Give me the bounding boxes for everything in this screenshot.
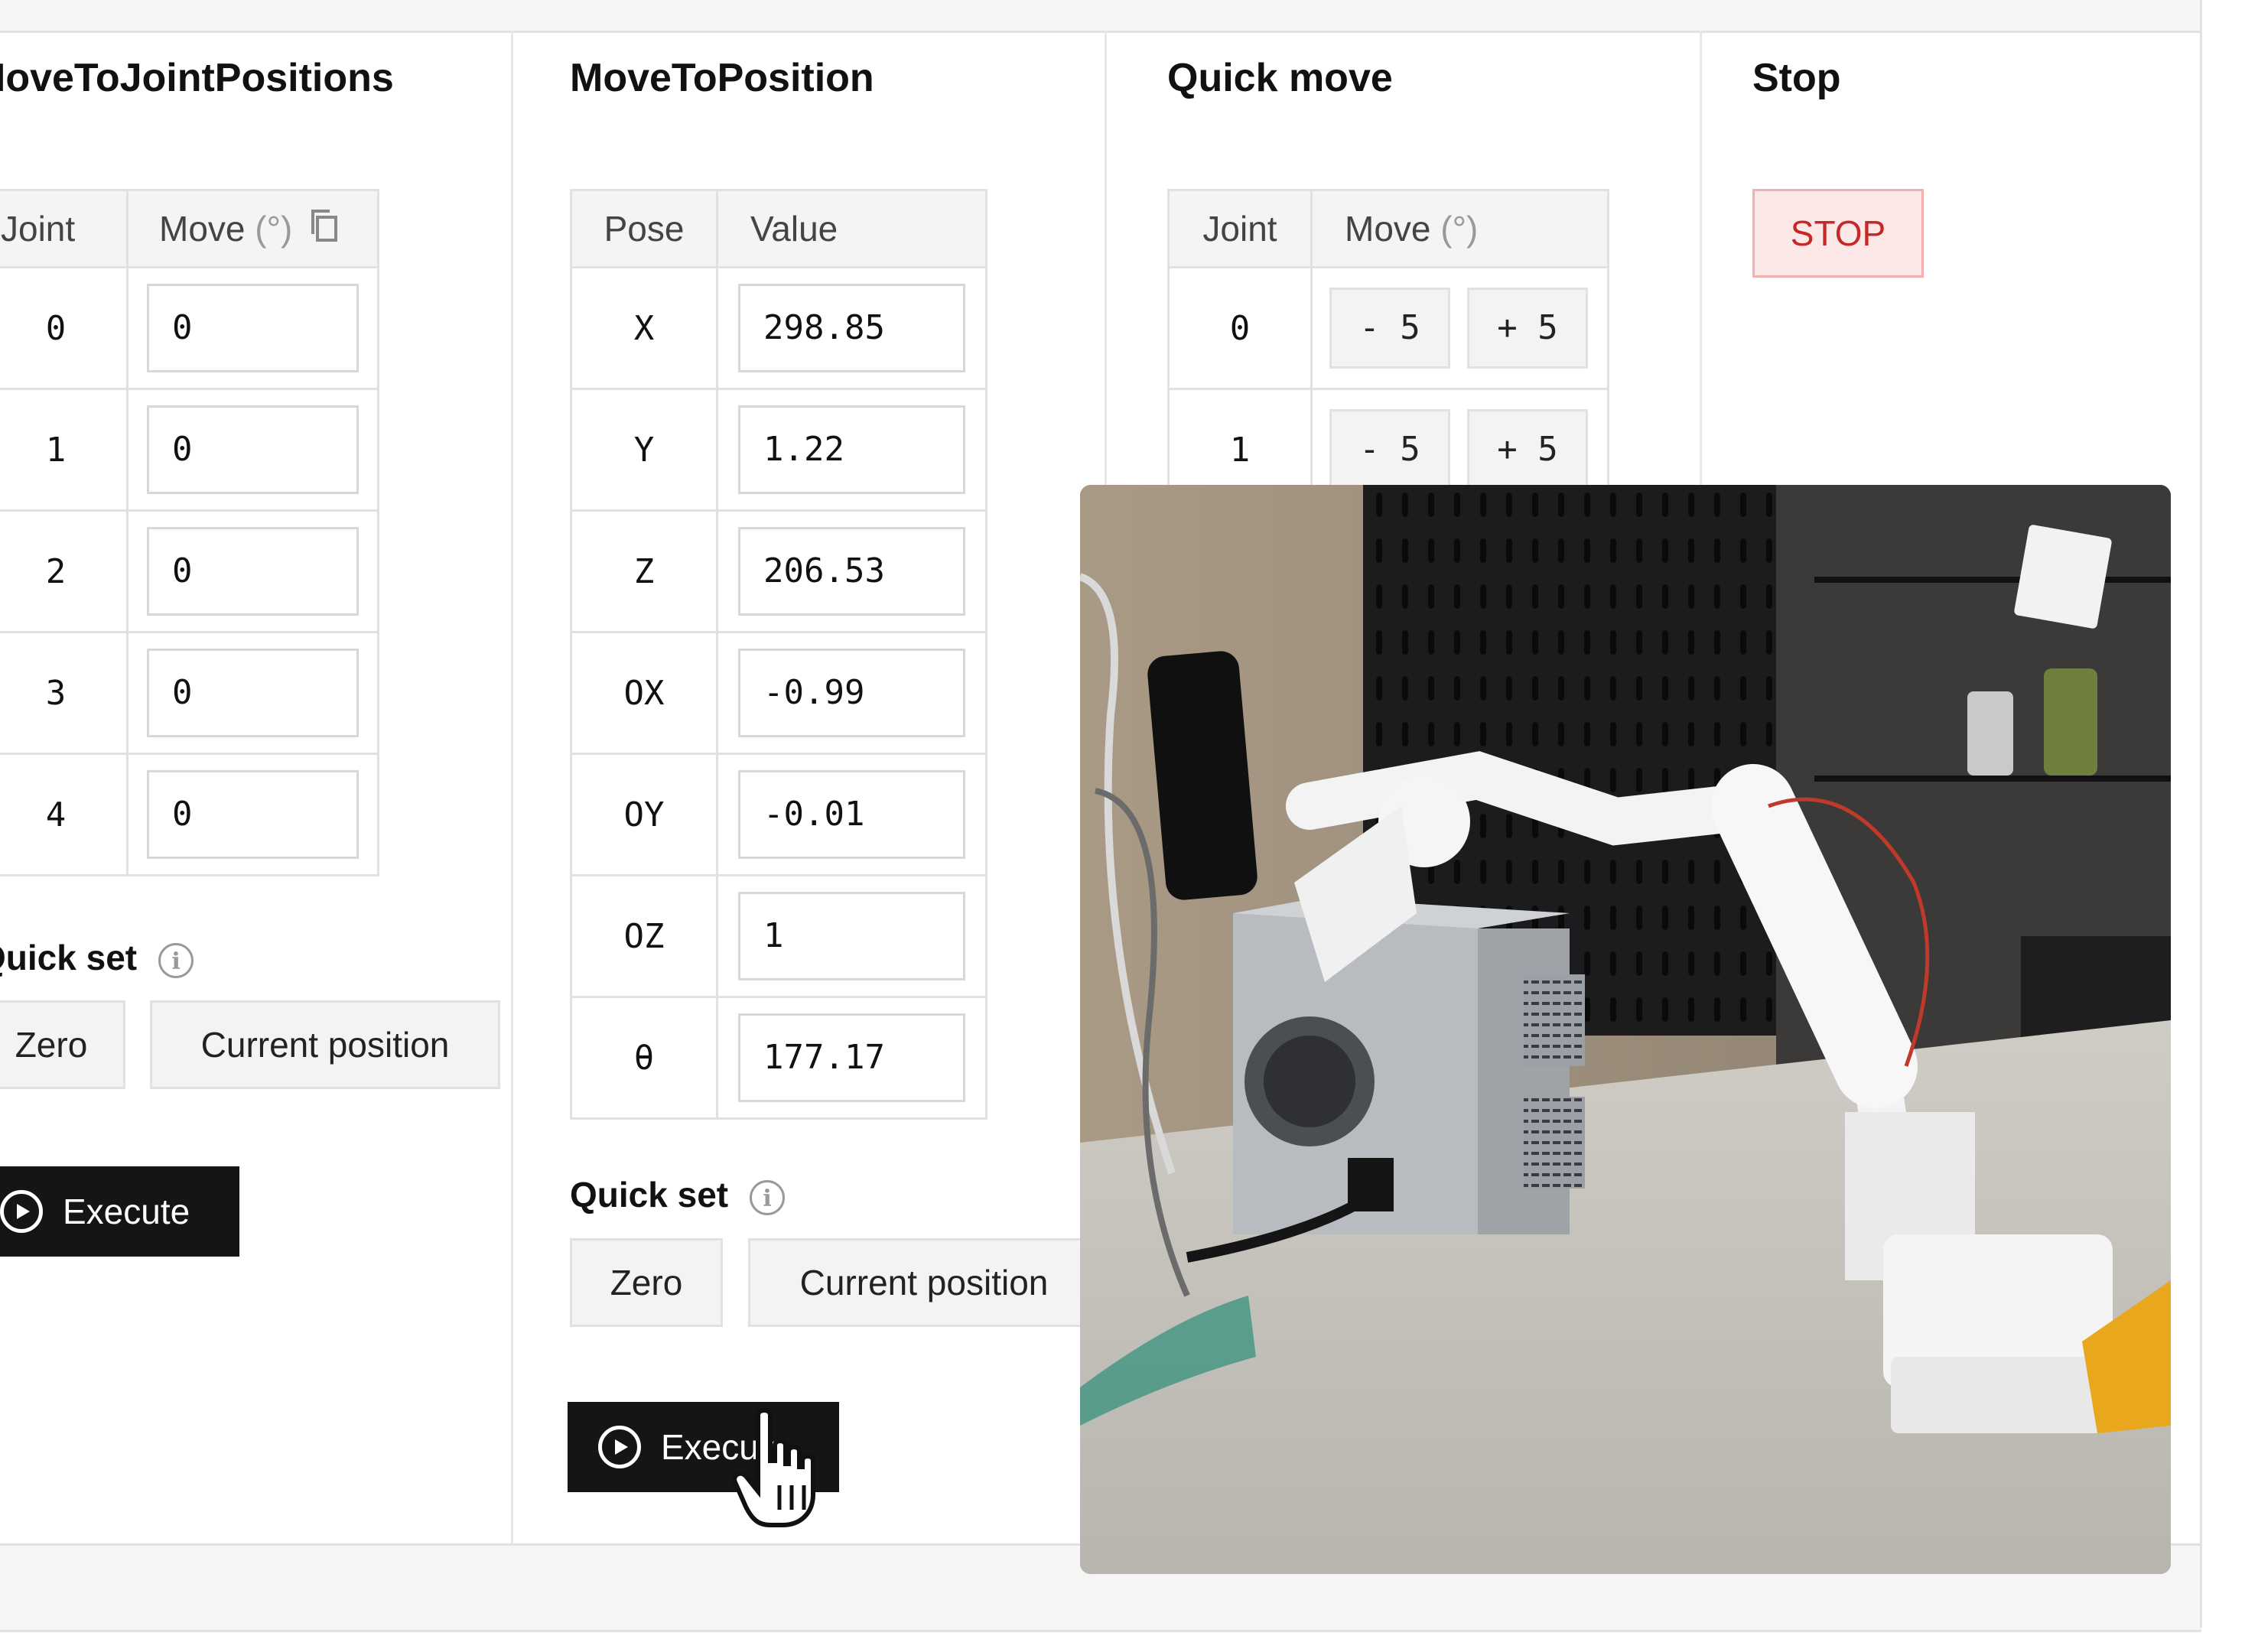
header-unit: (°) [1440,209,1479,249]
joint-input[interactable]: 0 [147,405,359,494]
pose-input[interactable]: 1.22 [738,405,965,494]
zero-button[interactable]: Zero [570,1238,723,1327]
pose-label: OX [570,631,718,755]
pose-input[interactable]: -0.99 [738,649,965,737]
pose-label: OZ [570,874,718,998]
play-circle-icon [0,1190,43,1233]
joint-number: 1 [0,388,129,512]
header-move-label: Move [1345,209,1431,249]
table-row: OZ 1 [570,874,987,998]
top-band [0,0,2201,33]
plus-5-button[interactable]: + 5 [1467,409,1588,490]
info-icon[interactable]: i [158,942,194,978]
header-pose: Pose [570,189,718,268]
plus-5-button[interactable]: + 5 [1467,288,1588,369]
header-joint: Joint [0,189,129,268]
pose-label: OY [570,753,718,876]
stop-button[interactable]: STOP [1752,189,1924,278]
pose-input[interactable]: 206.53 [738,527,965,616]
panel-title: Stop [1752,56,1841,100]
joint-input[interactable]: 0 [147,649,359,737]
pose-input[interactable]: 177.17 [738,1013,965,1102]
header-move: Move (°) [126,189,379,268]
table-row: 2 0 [0,509,379,633]
quick-set-label: Quick set i [0,937,194,978]
joint-number: 4 [0,753,129,876]
info-icon[interactable]: i [750,1179,786,1215]
panel-title: MoveToPosition [570,56,874,100]
pose-label: X [570,266,718,390]
robot-arm-photo [1080,485,2171,1574]
pose-input[interactable]: 1 [738,892,965,980]
copy-icon[interactable] [308,208,339,243]
quick-set-label: Quick set i [570,1174,786,1215]
column-divider [511,31,513,1543]
table-row: OX -0.99 [570,631,987,755]
joint-number: 3 [0,631,129,755]
table-row: 3 0 [0,631,379,755]
table-row: X 298.85 [570,266,987,390]
table-row: 4 0 [0,753,379,876]
minus-5-button[interactable]: - 5 [1329,409,1450,490]
table-row: θ 177.17 [570,996,987,1120]
joint-input[interactable]: 0 [147,770,359,859]
pose-input[interactable]: -0.01 [738,770,965,859]
zero-button[interactable]: Zero [0,1000,125,1089]
table-row: 0 - 5 + 5 [1167,266,1609,390]
header-unit: (°) [255,209,293,249]
play-circle-icon [598,1426,641,1468]
header-value: Value [716,189,987,268]
joint-input[interactable]: 0 [147,527,359,616]
joint-number: 2 [0,509,129,633]
pose-label: θ [570,996,718,1120]
table-row: Y 1.22 [570,388,987,512]
execute-label: Execute [63,1192,190,1231]
table-row: Z 206.53 [570,509,987,633]
joint-input[interactable]: 0 [147,284,359,372]
header-move: Move (°) [1310,189,1609,268]
joint-number: 0 [0,266,129,390]
pose-table: Pose Value X 298.85 Y 1.22 Z 206.53 OX -… [570,189,987,1120]
panel-title: Quick move [1167,56,1393,100]
quick-set-text: Quick set [0,938,138,977]
current-position-button[interactable]: Current position [748,1238,1100,1327]
header-move-label: Move [159,209,246,249]
current-position-button[interactable]: Current position [150,1000,500,1089]
quick-set-text: Quick set [570,1175,729,1215]
hand-pointer-icon [732,1408,815,1527]
panel-title: MoveToJointPositions [0,56,394,100]
header-joint: Joint [1167,189,1313,268]
pose-label: Z [570,509,718,633]
joint-table: Joint Move (°) 0 0 1 0 2 0 3 0 4 0 [0,189,379,876]
joint-number: 0 [1167,266,1313,390]
right-border [2200,0,2202,1628]
quick-move-table: Joint Move (°) 0 - 5 + 5 1 - 5 + 5 [1167,189,1609,512]
robot-arm-video [1080,485,2171,1574]
execute-button[interactable]: Execute [0,1166,239,1257]
table-row: OY -0.01 [570,753,987,876]
minus-5-button[interactable]: - 5 [1329,288,1450,369]
table-row: 1 0 [0,388,379,512]
pose-input[interactable]: 298.85 [738,284,965,372]
table-row: 0 0 [0,266,379,390]
pose-label: Y [570,388,718,512]
